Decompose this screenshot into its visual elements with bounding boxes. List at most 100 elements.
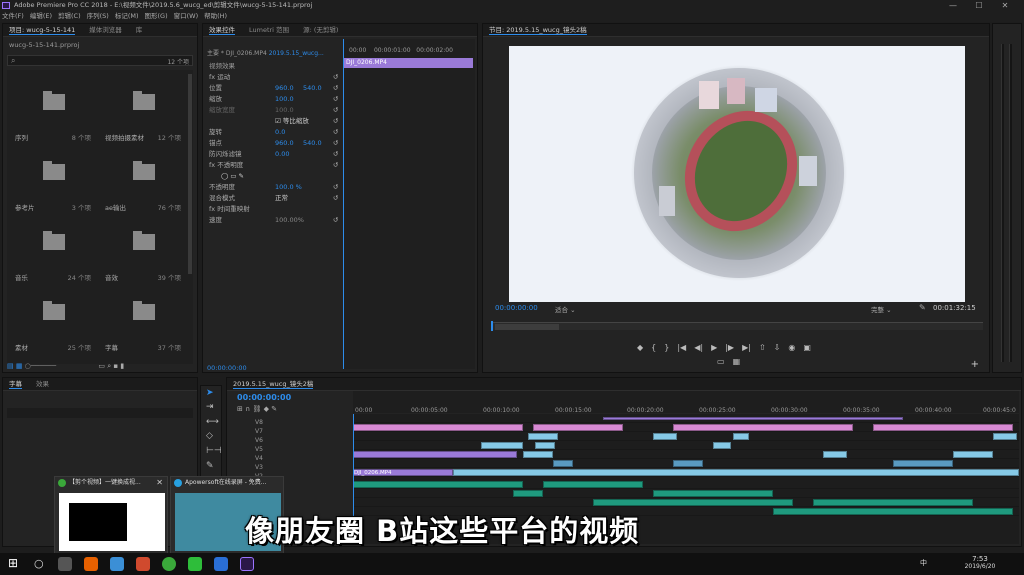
track-label-v7[interactable]: V7 <box>255 427 269 436</box>
wechat-icon[interactable] <box>188 557 202 571</box>
button-editor-icon[interactable]: ▣ <box>803 343 811 352</box>
track-select-icon[interactable]: ⇥ <box>206 402 214 412</box>
ripple-edit-icon[interactable]: ⟷ <box>206 417 219 427</box>
tab-captions[interactable]: 字幕 <box>9 380 22 389</box>
clip[interactable] <box>523 451 553 458</box>
audio-clip[interactable] <box>353 481 523 488</box>
ec-rotation[interactable]: 旋转 0.0 ↺ <box>209 127 341 137</box>
bin-material[interactable]: 素材 25 个项 <box>13 298 93 360</box>
audio-clip[interactable] <box>813 499 973 506</box>
menu-clip[interactable]: 剪辑(C) <box>58 12 81 20</box>
program-title[interactable]: 节目: 2019.5.15_wucg_镜头2稿 <box>489 26 587 35</box>
program-scrubber[interactable] <box>491 321 983 331</box>
tab-source[interactable]: 源: (无剪辑) <box>303 26 338 34</box>
clip[interactable] <box>873 424 1013 431</box>
track-label-v4[interactable]: V4 <box>255 454 269 463</box>
fit-dropdown[interactable]: 适合 ⌄ <box>555 304 576 314</box>
ec-position[interactable]: 位置 960.0 540.0 ↺ <box>209 83 341 93</box>
linked-icon[interactable]: ⛓ <box>252 405 261 413</box>
clip[interactable] <box>353 424 523 431</box>
menu-sequence[interactable]: 序列(S) <box>87 12 109 20</box>
track-label-v5[interactable]: V5 <box>255 445 269 454</box>
app-icon[interactable] <box>162 557 176 571</box>
quality-dropdown[interactable]: 完整 ⌄ <box>871 304 892 314</box>
audio-clip[interactable] <box>513 490 543 497</box>
tab-effects[interactable]: 效果 <box>36 380 49 388</box>
master-clip[interactable]: 主要 * DJI_0206.MP4 <box>207 50 267 57</box>
clip-dji[interactable]: DJI_0206.MP4 <box>353 469 453 476</box>
firefox-icon[interactable] <box>84 557 98 571</box>
bin-reference[interactable]: 参考片 3 个项 <box>13 158 93 220</box>
ec-scale-width[interactable]: 缩放宽度 100.0 ↺ <box>209 105 341 115</box>
tab-media-browser[interactable]: 媒体浏览器 <box>89 26 122 34</box>
nest-icon[interactable]: ⊞ <box>237 405 243 413</box>
task-view-icon[interactable] <box>58 557 72 571</box>
tab-library[interactable]: 库 <box>136 26 143 34</box>
add-button-icon[interactable]: + <box>971 359 979 370</box>
timeline-timecode[interactable]: 00:00:00:00 <box>237 393 291 402</box>
icon-view-icon[interactable]: ▦ <box>16 362 23 370</box>
lift-icon[interactable]: ⇧ <box>759 343 766 352</box>
new-bin-icon[interactable]: ▭ <box>98 362 105 370</box>
list-view-icon[interactable]: ▤ <box>7 362 14 370</box>
ec-uniform-scale[interactable]: ☑ 等比缩放 ↺ <box>209 116 341 126</box>
app-icon[interactable] <box>214 557 228 571</box>
menu-marker[interactable]: 标记(M) <box>115 12 139 20</box>
ec-playhead[interactable] <box>343 39 344 369</box>
clip[interactable] <box>673 460 703 467</box>
clip[interactable] <box>481 442 523 449</box>
pen-tool-icon[interactable]: ✎ <box>206 461 214 471</box>
minimize-button[interactable]: — <box>940 0 966 11</box>
comparison-icon[interactable]: ▭ <box>717 357 725 366</box>
track-label-v6[interactable]: V6 <box>255 436 269 445</box>
selection-tool-icon[interactable]: ➤ <box>206 388 214 398</box>
overlay-icon[interactable]: ▦ <box>733 357 741 366</box>
clip[interactable] <box>553 460 573 467</box>
search-icon[interactable]: ○ <box>34 557 44 570</box>
bin-music[interactable]: 音乐 24 个项 <box>13 228 93 290</box>
mark-in-icon[interactable]: { <box>651 343 656 352</box>
step-forward-icon[interactable]: |▶ <box>725 343 734 352</box>
find-icon[interactable]: ⌕ <box>107 362 111 370</box>
time-ruler[interactable]: 00:00 00:00:05:00 00:00:10:00 00:00:15:0… <box>353 391 1019 414</box>
clip[interactable] <box>603 417 903 420</box>
ec-clip-bar[interactable]: DJI_0206.MP4 <box>343 58 473 68</box>
audio-clip[interactable] <box>593 499 793 506</box>
app-icon[interactable] <box>110 557 124 571</box>
trash-icon[interactable]: ▮ <box>120 362 124 370</box>
start-icon[interactable]: ⊞ <box>8 556 18 570</box>
zoom-slider[interactable]: ○────── <box>25 362 56 370</box>
camera-icon[interactable]: ◉ <box>788 343 795 352</box>
clock[interactable]: 7:53 2019/6/20 <box>960 555 1000 570</box>
program-timecode[interactable]: 00:00:00:00 <box>495 304 538 312</box>
ec-speed[interactable]: 速度 100.00% ↺ <box>209 215 341 225</box>
taskbar-preview-1[interactable]: 【剪个视频】一键换成视... ✕ <box>54 476 168 554</box>
menu-help[interactable]: 帮助(H) <box>204 12 227 20</box>
clip[interactable] <box>733 433 749 440</box>
marker-icon[interactable]: ◆ <box>637 343 643 352</box>
ec-anchor[interactable]: 锚点 960.0 540.0 ↺ <box>209 138 341 148</box>
settings-wrench-icon[interactable]: ✎ <box>919 303 926 312</box>
project-search-input[interactable]: ⌕ 12 个项 <box>7 55 193 66</box>
razor-tool-icon[interactable]: ◇ <box>206 431 213 441</box>
clip[interactable] <box>453 469 1019 476</box>
menu-graphics[interactable]: 图形(G) <box>145 12 168 20</box>
tab-effect-controls[interactable]: 效果控件 <box>209 26 235 35</box>
extract-icon[interactable]: ⇩ <box>774 343 781 352</box>
audio-clip[interactable] <box>653 490 773 497</box>
project-scrollbar[interactable] <box>188 74 192 274</box>
ec-opacity-value[interactable]: 不透明度 100.0 % ↺ <box>209 182 341 192</box>
app-icon[interactable] <box>136 557 150 571</box>
clip[interactable] <box>823 451 847 458</box>
clip[interactable] <box>953 451 993 458</box>
bin-sfx[interactable]: 音效 39 个项 <box>103 228 183 290</box>
ec-time-remap[interactable]: fx 时间重映射 <box>209 204 341 214</box>
menu-file[interactable]: 文件(F) <box>2 12 24 20</box>
timeline-tab[interactable]: 2019.5.15_wucg_镜头2稿 <box>233 380 314 389</box>
add-marker-icon[interactable]: ◆ <box>264 405 269 413</box>
ec-opacity[interactable]: fx 不透明度 ↺ <box>209 160 341 170</box>
clip[interactable] <box>673 424 853 431</box>
track-label-v8[interactable]: V8 <box>255 418 269 427</box>
clip[interactable] <box>713 442 731 449</box>
ec-blend-mode[interactable]: 混合模式 正常 ↺ <box>209 193 341 203</box>
